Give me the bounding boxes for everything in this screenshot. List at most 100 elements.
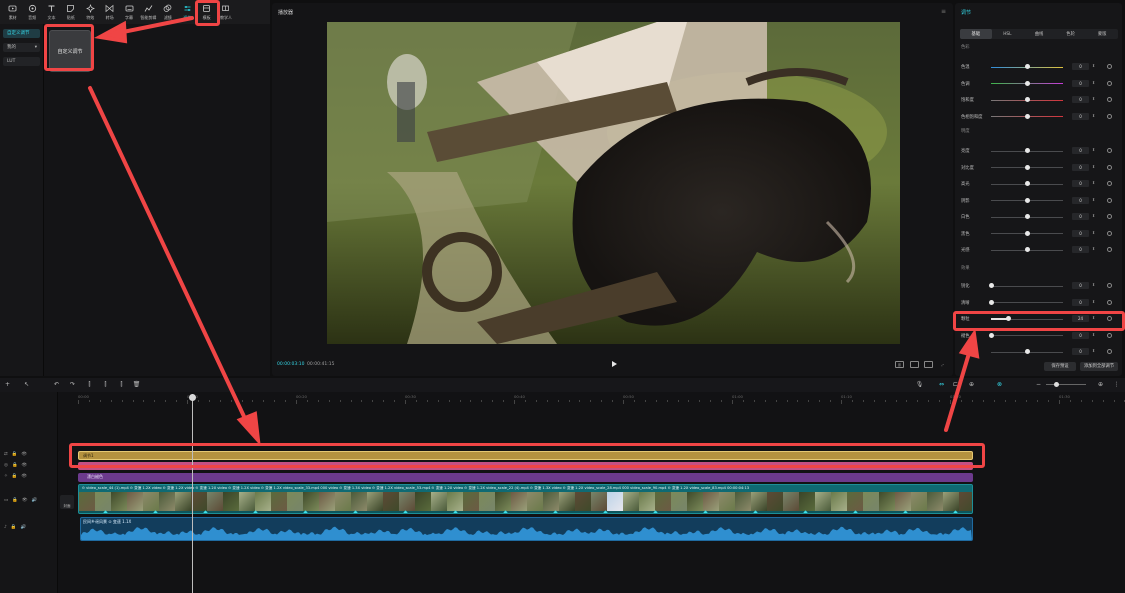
- slider-value-input[interactable]: 0: [1072, 180, 1089, 187]
- sidebar-item-lut[interactable]: LUT: [3, 57, 40, 66]
- slider-track[interactable]: [991, 335, 1063, 336]
- zoom-out-icon[interactable]: −: [1034, 380, 1043, 389]
- toolbar-caption-button[interactable]: 字幕: [119, 1, 138, 23]
- zoom-slider[interactable]: [1046, 384, 1086, 385]
- slider-knob[interactable]: [988, 332, 994, 338]
- tab-4[interactable]: 蒙版: [1086, 29, 1118, 39]
- stepper-icon[interactable]: ⬍: [1092, 282, 1095, 287]
- keyframe-marker[interactable]: [653, 510, 658, 513]
- stepper-icon[interactable]: ⬍: [1092, 348, 1095, 353]
- zoom-slider-knob[interactable]: [1054, 382, 1059, 387]
- keyframe-icon[interactable]: [1107, 80, 1112, 86]
- slider-value-input[interactable]: 0: [1072, 79, 1089, 87]
- slider-value-input[interactable]: 0: [1072, 147, 1089, 154]
- delete-icon[interactable]: 🗑: [132, 380, 141, 389]
- slider-value-input[interactable]: 0: [1072, 331, 1089, 339]
- crop-icon[interactable]: [910, 361, 919, 368]
- keyframe-icon[interactable]: [1107, 299, 1112, 305]
- save-preset-button[interactable]: 保存预设: [1044, 362, 1076, 371]
- more-icon[interactable]: ⋮: [1112, 380, 1121, 389]
- split-right-icon[interactable]: ⫿: [117, 380, 126, 389]
- slider-knob[interactable]: [1024, 181, 1030, 186]
- slider-value-input[interactable]: 0: [1072, 63, 1089, 70]
- keyframe-icon[interactable]: [1107, 214, 1112, 219]
- toolbar-filter-button[interactable]: 滤镜: [158, 1, 177, 23]
- cover-button[interactable]: 封面: [60, 495, 74, 509]
- stepper-icon[interactable]: ⬍: [1092, 246, 1095, 251]
- undo-icon[interactable]: ↶: [52, 380, 61, 389]
- time-ruler[interactable]: 00:0000:1000:2000:3000:4000:5001:0001:10…: [58, 392, 1125, 404]
- slider-track[interactable]: [991, 302, 1063, 303]
- toolbar-sticker-button[interactable]: 贴纸: [61, 1, 80, 23]
- toolbar-text-button[interactable]: 文本: [42, 1, 61, 23]
- slider-knob[interactable]: [1024, 64, 1030, 69]
- keyframe-marker[interactable]: [503, 510, 508, 513]
- slider-value-input[interactable]: 0: [1072, 112, 1089, 120]
- stepper-icon[interactable]: ⬍: [1092, 63, 1095, 68]
- slider-value-input[interactable]: 0: [1072, 348, 1089, 355]
- stepper-icon[interactable]: ⬍: [1092, 299, 1095, 304]
- keyframe-icon[interactable]: [1107, 332, 1112, 338]
- keyframe-icon[interactable]: [1107, 283, 1112, 288]
- keyframe-marker[interactable]: [353, 510, 358, 513]
- zoom-in-icon[interactable]: ⊕: [1096, 380, 1105, 389]
- ratio-icon[interactable]: [924, 361, 933, 368]
- stepper-icon[interactable]: ⬍: [1092, 164, 1095, 169]
- auto-snap-icon[interactable]: ⊗: [995, 380, 1004, 389]
- keyframe-icon[interactable]: [1107, 113, 1112, 119]
- keyframe-marker[interactable]: [453, 510, 458, 513]
- slider-knob[interactable]: [988, 283, 994, 288]
- slider-value-input[interactable]: 0: [1072, 213, 1089, 220]
- preview-axis-icon[interactable]: ⊕: [967, 380, 976, 389]
- keyframe-icon[interactable]: [1107, 64, 1112, 69]
- microphone-icon[interactable]: 🎙: [915, 380, 924, 389]
- keyframe-icon[interactable]: [1107, 230, 1112, 236]
- add-icon[interactable]: +: [3, 380, 12, 389]
- tab-0[interactable]: 基础: [960, 29, 992, 39]
- toolbar-adjust-button[interactable]: 调节: [178, 1, 197, 23]
- keyframe-marker[interactable]: [953, 510, 958, 513]
- keyframe-marker[interactable]: [403, 510, 408, 513]
- select-tool-icon[interactable]: ↖: [22, 380, 31, 389]
- slider-knob[interactable]: [1024, 97, 1030, 102]
- slider-knob[interactable]: [1024, 230, 1030, 236]
- stepper-icon[interactable]: ⬍: [1092, 147, 1095, 152]
- keyframe-marker[interactable]: [153, 510, 158, 513]
- slider-knob[interactable]: [1024, 148, 1030, 153]
- slider-knob[interactable]: [1024, 349, 1030, 354]
- snap-icon[interactable]: ⊏: [951, 380, 960, 389]
- slider-knob[interactable]: [1024, 164, 1030, 170]
- slider-value-input[interactable]: 0: [1072, 298, 1089, 306]
- play-icon[interactable]: [610, 360, 618, 368]
- video-preview[interactable]: [327, 22, 900, 344]
- stepper-icon[interactable]: ⬍: [1092, 180, 1095, 185]
- keyframe-marker[interactable]: [203, 510, 208, 513]
- video-clip-track[interactable]: ⊙ video_scale_44 (1).mp4 ⊙ 变速 1.2X video…: [78, 484, 973, 514]
- keyframe-icon[interactable]: [1107, 247, 1112, 252]
- slider-knob[interactable]: [1024, 80, 1030, 86]
- keyframe-marker[interactable]: [553, 510, 558, 513]
- redo-icon[interactable]: ↷: [68, 380, 77, 389]
- keyframe-marker[interactable]: [703, 510, 708, 513]
- slider-track[interactable]: [991, 285, 1063, 287]
- split-left-icon[interactable]: ⫿: [101, 380, 110, 389]
- stepper-icon[interactable]: ⬍: [1092, 332, 1095, 337]
- toolbar-transition-button[interactable]: 转场: [100, 1, 119, 23]
- effect-clip[interactable]: 漂白褪色: [78, 473, 973, 482]
- keyframe-icon[interactable]: [1107, 197, 1112, 203]
- slider-knob[interactable]: [988, 299, 994, 305]
- keyframe-icon[interactable]: [1107, 97, 1112, 102]
- stepper-icon[interactable]: ⬍: [1092, 96, 1095, 101]
- playhead[interactable]: [192, 394, 193, 593]
- stepper-icon[interactable]: ⬍: [1092, 113, 1095, 118]
- fullscreen-icon[interactable]: ⤢: [938, 361, 947, 368]
- keyframe-icon[interactable]: [1107, 148, 1112, 153]
- slider-value-input[interactable]: 0: [1072, 282, 1089, 289]
- keyframe-marker[interactable]: [803, 510, 808, 513]
- slider-value-input[interactable]: 0: [1072, 229, 1089, 237]
- keyframe-marker[interactable]: [903, 510, 908, 513]
- keyframe-icon[interactable]: [1107, 349, 1112, 354]
- sidebar-item-mine[interactable]: 我的 ▾: [3, 43, 40, 52]
- playhead-handle[interactable]: [189, 394, 196, 401]
- split-icon[interactable]: ⫿: [85, 380, 94, 389]
